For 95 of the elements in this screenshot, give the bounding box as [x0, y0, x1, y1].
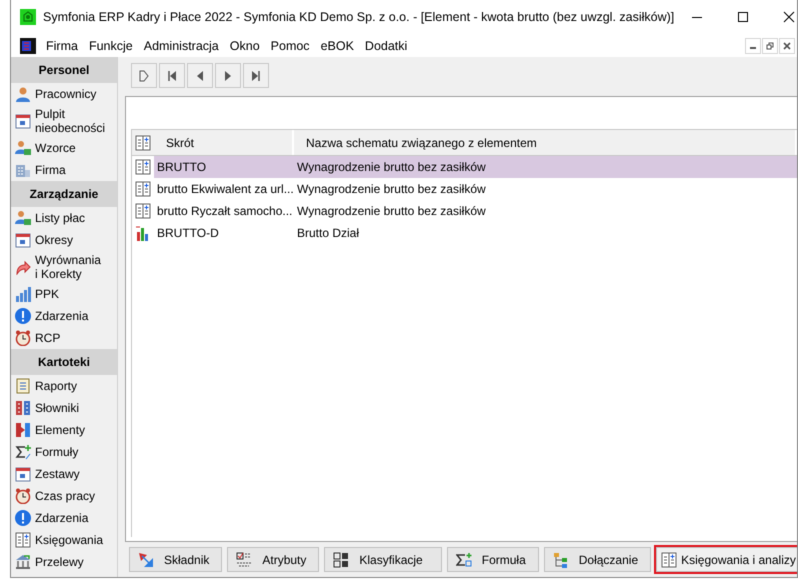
document-icon	[15, 378, 31, 394]
ledger-icon	[135, 181, 151, 197]
last-button[interactable]	[243, 63, 269, 88]
calendar-icon	[15, 466, 31, 482]
close-icon	[783, 42, 791, 50]
sidebar-item[interactable]: PPK	[35, 285, 60, 303]
table-cell-text: brutto Ryczałt samocho...	[156, 204, 294, 218]
minimize-icon	[750, 47, 756, 49]
bar-chart-icon	[15, 286, 31, 302]
table-cell-text: Brutto Dział	[297, 226, 360, 240]
table-cell-text: Wynagrodzenie brutto bez zasiłków	[297, 182, 487, 196]
sidebar-item[interactable]: Okresy	[35, 231, 74, 249]
ledger-icon	[135, 159, 151, 175]
sidebar-item[interactable]: Listy płac	[35, 209, 86, 227]
hierarchy-icon	[552, 552, 569, 568]
maximize-icon	[737, 11, 750, 23]
classification-icon	[333, 552, 350, 568]
menu-item[interactable]: Okno	[226, 38, 267, 52]
sidebar-item[interactable]: RCP	[35, 329, 60, 347]
sidebar-item[interactable]: Zdarzenia	[35, 307, 88, 325]
sidebar-item[interactable]: Formuły	[35, 443, 78, 461]
tab[interactable]: Formuła	[446, 547, 539, 572]
table-cell-text: brutto Ekwiwalent za url...	[156, 182, 295, 196]
sigma-icon	[456, 552, 472, 568]
person-icon	[15, 86, 31, 102]
sidebar-item[interactable]: Wyrównania i Korekty	[35, 251, 101, 283]
people-icon	[15, 140, 31, 156]
element-icon	[15, 422, 31, 438]
minimize-button[interactable]	[745, 38, 761, 54]
table-cell: BRUTTO	[154, 156, 297, 178]
attributes-icon	[236, 552, 252, 568]
calendar-icon	[15, 113, 31, 129]
sidebar-item[interactable]: Firma	[35, 161, 66, 179]
sigma-icon	[15, 444, 31, 460]
app-logo-icon	[20, 9, 36, 25]
new-record-icon	[139, 70, 149, 82]
close-button[interactable]	[779, 38, 795, 54]
restore-icon	[766, 42, 774, 50]
sidebar-item[interactable]: Przelewy	[35, 553, 84, 571]
sidebar-item[interactable]: Raporty	[35, 377, 78, 395]
new-button[interactable]	[131, 63, 157, 88]
ledger-icon	[15, 532, 31, 548]
bar-chart-icon	[135, 225, 151, 241]
sidebar-item[interactable]: Pracownicy	[35, 85, 96, 103]
tab[interactable]: Składnik	[129, 547, 222, 572]
component-icon	[138, 552, 154, 568]
section-header[interactable]: Zarządzanie	[11, 181, 117, 207]
first-button[interactable]	[159, 63, 185, 88]
restore-button[interactable]	[762, 38, 778, 54]
bank-icon	[15, 554, 31, 570]
menu-item[interactable]: eBOK	[316, 38, 361, 52]
tab[interactable]: Atrybuty	[227, 547, 320, 572]
dictionary-icon	[15, 400, 31, 416]
sidebar-item[interactable]: Czas pracy	[35, 487, 96, 505]
previous-button[interactable]	[187, 63, 213, 88]
next-icon	[223, 70, 233, 82]
sidebar-item[interactable]: Zdarzenia	[35, 509, 88, 527]
tab[interactable]: Dołączanie	[544, 547, 652, 572]
window-title: Symfonia ERP Kadry i Płace 2022 - Symfonia KD Demo Sp. z o.o. - [Element - kwota brutto (bez uwzgl. zasiłków)]	[43, 10, 674, 24]
alarm-clock-icon	[15, 488, 31, 504]
tab[interactable]: Księgowania i analizy	[656, 547, 797, 572]
calendar-icon	[15, 232, 31, 248]
exclamation-icon	[15, 308, 31, 324]
menu-item[interactable]: Dodatki	[360, 38, 414, 52]
table-settings-icon[interactable]	[135, 134, 151, 150]
sidebar-item[interactable]: Zestawy	[35, 465, 80, 483]
table-cell: Wynagrodzenie brutto bez zasiłków	[297, 156, 797, 178]
sidebar-item[interactable]: Wzorce	[35, 139, 76, 157]
menu-item[interactable]: Pomoc	[266, 38, 317, 52]
sidebar-item[interactable]: Pulpit nieobecności	[35, 105, 117, 137]
menu-item[interactable]: Funkcje	[84, 38, 140, 52]
last-record-icon	[251, 70, 261, 82]
previous-icon	[195, 70, 205, 82]
section-header[interactable]: Personel	[11, 57, 117, 83]
minimize-icon	[692, 16, 702, 18]
tab[interactable]: Klasyfikacje	[324, 547, 442, 572]
curved-arrow-icon	[15, 259, 31, 275]
section-header[interactable]: Kartoteki	[11, 349, 117, 375]
first-record-icon	[167, 70, 177, 82]
ledger-icon	[661, 552, 678, 568]
table-cell-text: Wynagrodzenie brutto bez zasiłków	[297, 204, 487, 218]
sidebar-item[interactable]: Księgowania	[35, 531, 104, 549]
sidebar-item[interactable]: Słowniki	[35, 399, 80, 417]
ledger-icon	[135, 203, 151, 219]
people-icon	[15, 210, 31, 226]
table-cell-text: BRUTTO-D	[156, 226, 220, 240]
exclamation-icon	[15, 510, 31, 526]
close-icon	[783, 11, 796, 23]
building-icon	[15, 162, 31, 178]
menu-item[interactable]: Firma	[42, 38, 85, 52]
sidebar-item[interactable]: Elementy	[35, 421, 86, 439]
alarm-clock-icon	[15, 330, 31, 346]
menu-item[interactable]: Administracja	[140, 38, 226, 52]
next-button[interactable]	[215, 63, 241, 88]
document-window-icon	[20, 38, 36, 54]
